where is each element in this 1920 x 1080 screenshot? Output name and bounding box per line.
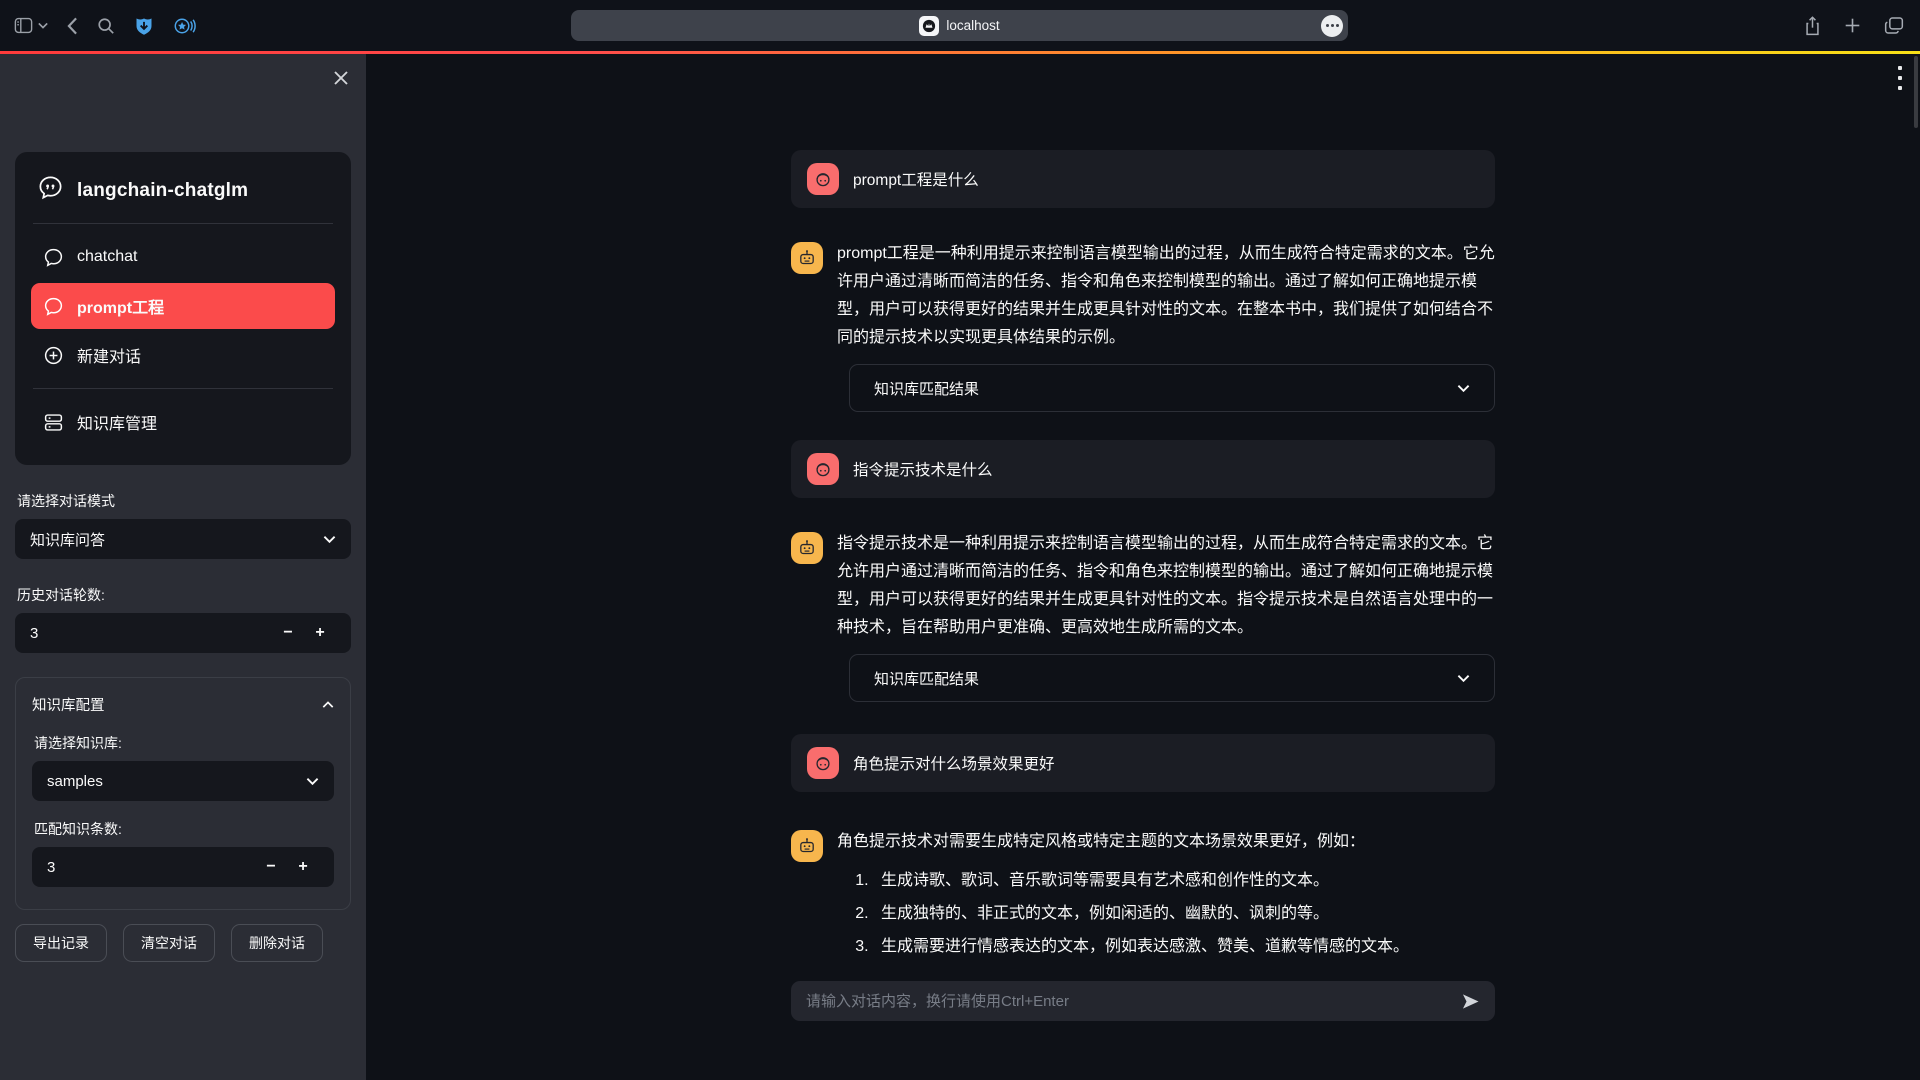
chevron-down-icon	[1457, 674, 1470, 683]
kb-select-label: 请选择知识库:	[34, 733, 332, 753]
url-text: localhost	[946, 18, 999, 33]
mode-select[interactable]: 知识库问答	[15, 519, 351, 559]
mode-select-value: 知识库问答	[30, 529, 105, 550]
main-menu-kebab-icon[interactable]	[1898, 66, 1902, 90]
kb-config-expander: 知识库配置 请选择知识库: samples 匹配知识条数: 3 − +	[15, 677, 351, 910]
user-message-text: 角色提示对什么场景效果更好	[853, 752, 1055, 774]
kb-match-expander[interactable]: 知识库匹配结果	[849, 364, 1495, 412]
app-title: langchain-chatglm	[77, 180, 248, 202]
new-tab-icon[interactable]	[1844, 17, 1861, 34]
user-message: 角色提示对什么场景效果更好	[791, 734, 1495, 792]
sidebar: langchain-chatglm chatchat prompt工程	[0, 54, 366, 1080]
assistant-avatar	[791, 830, 823, 862]
user-avatar	[807, 163, 839, 195]
assistant-message: 指令提示技术是一种利用提示来控制语言模型输出的过程，从而生成符合特定需求的文本。…	[791, 530, 1495, 642]
app-title-row: langchain-chatglm	[31, 166, 335, 223]
assistant-message-list: 生成诗歌、歌词、音乐歌词等需要具有艺术感和创作性的文本。 生成独特的、非正式的文…	[851, 868, 1495, 960]
chat-bubble-icon	[43, 247, 64, 268]
user-message: 指令提示技术是什么	[791, 440, 1495, 498]
sidebar-menu-chevron-icon[interactable]	[38, 22, 48, 29]
match-count-label: 匹配知识条数:	[34, 819, 332, 839]
browser-toolbar: localhost	[0, 0, 1920, 51]
database-icon	[43, 412, 64, 433]
assistant-message-text: 指令提示技术是一种利用提示来控制语言模型输出的过程，从而生成符合特定需求的文本。…	[837, 530, 1495, 642]
assistant-avatar	[791, 532, 823, 564]
assistant-message-text: prompt工程是一种利用提示来控制语言模型输出的过程，从而生成符合特定需求的文…	[837, 240, 1495, 352]
share-icon[interactable]	[1804, 16, 1821, 36]
chevron-down-icon	[1457, 384, 1470, 393]
mode-select-label: 请选择对话模式	[17, 491, 349, 511]
kb-select-value: samples	[47, 773, 103, 790]
export-history-button[interactable]: 导出记录	[15, 924, 107, 962]
chevron-down-icon	[323, 535, 336, 544]
match-count-value: 3	[47, 859, 55, 876]
user-avatar	[807, 453, 839, 485]
chat-input-container	[791, 981, 1495, 1021]
decrement-button[interactable]: −	[255, 858, 287, 876]
kb-config-expander-header[interactable]: 知识库配置	[32, 694, 334, 715]
assistant-message: prompt工程是一种利用提示来控制语言模型输出的过程，从而生成符合特定需求的文…	[791, 240, 1495, 352]
kb-match-expander[interactable]: 知识库匹配结果	[849, 654, 1495, 702]
user-avatar	[807, 747, 839, 779]
sidebar-item-kb-management[interactable]: 知识库管理	[31, 399, 335, 445]
delete-chat-button[interactable]: 删除对话	[231, 924, 323, 962]
user-message-text: 指令提示技术是什么	[853, 458, 993, 480]
sidebar-item-prompt-engineering[interactable]: prompt工程	[31, 283, 335, 329]
history-rounds-label: 历史对话轮数:	[17, 585, 349, 605]
send-icon[interactable]	[1461, 993, 1480, 1010]
app-logo-icon	[37, 174, 64, 207]
chat-bubble-icon	[43, 296, 64, 317]
user-message: prompt工程是什么	[791, 150, 1495, 208]
plus-circle-icon	[43, 345, 64, 366]
page-settings-ellipsis-icon[interactable]	[1321, 15, 1343, 37]
list-item: 生成诗歌、歌词、音乐歌词等需要具有艺术感和创作性的文本。	[873, 868, 1495, 894]
assistant-avatar	[791, 242, 823, 274]
clear-chat-button[interactable]: 清空对话	[123, 924, 215, 962]
back-button-icon[interactable]	[67, 17, 78, 35]
tab-overview-icon[interactable]	[1884, 16, 1904, 35]
history-rounds-value: 3	[30, 625, 38, 642]
page-favicon	[919, 16, 939, 36]
extension-radar-icon[interactable]	[173, 16, 196, 36]
user-message-text: prompt工程是什么	[853, 168, 979, 190]
app-nav-card: langchain-chatglm chatchat prompt工程	[15, 152, 351, 465]
sidebar-item-new-chat[interactable]: 新建对话	[31, 332, 335, 378]
chat-main: prompt工程是什么 prompt工程是一种利用提示来控制语言模型输出的过程，…	[366, 54, 1920, 1080]
sidebar-toggle-icon[interactable]	[14, 17, 33, 34]
chat-input[interactable]	[806, 993, 1451, 1010]
assistant-message: 角色提示技术对需要生成特定风格或特定主题的文本场景效果更好，例如： 生成诗歌、歌…	[791, 828, 1495, 967]
assistant-message-text: 角色提示技术对需要生成特定风格或特定主题的文本场景效果更好，例如： 生成诗歌、歌…	[837, 828, 1495, 967]
list-item: 生成独特的、非正式的文本，例如闲适的、幽默的、讽刺的等。	[873, 901, 1495, 927]
chevron-up-icon	[322, 701, 334, 709]
decrement-button[interactable]: −	[272, 624, 304, 642]
match-count-input[interactable]: 3 − +	[32, 847, 334, 887]
address-bar[interactable]: localhost	[571, 10, 1348, 41]
extension-shield-icon[interactable]	[134, 16, 154, 36]
sidebar-item-chatchat[interactable]: chatchat	[31, 234, 335, 280]
history-rounds-input[interactable]: 3 − +	[15, 613, 351, 653]
increment-button[interactable]: +	[304, 624, 336, 642]
sidebar-close-icon[interactable]	[333, 70, 349, 91]
list-item: 生成需要进行情感表达的文本，例如表达感激、赞美、道歉等情感的文本。	[873, 934, 1495, 960]
increment-button[interactable]: +	[287, 858, 319, 876]
search-icon[interactable]	[97, 17, 115, 35]
scrollbar-thumb[interactable]	[1914, 56, 1918, 128]
kb-select[interactable]: samples	[32, 761, 334, 801]
chevron-down-icon	[306, 777, 319, 786]
